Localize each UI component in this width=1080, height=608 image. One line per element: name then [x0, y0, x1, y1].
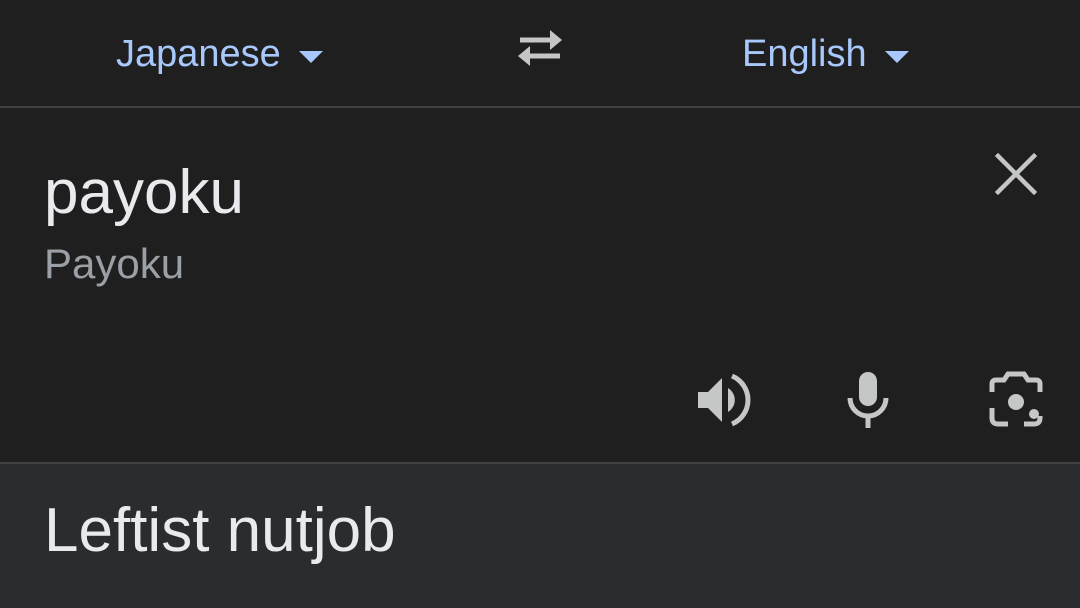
- swap-languages-button[interactable]: [510, 20, 570, 72]
- voice-input-button[interactable]: [838, 370, 898, 430]
- transliteration-text: Payoku: [44, 240, 185, 287]
- listen-button[interactable]: [692, 370, 752, 430]
- close-icon: [994, 152, 1038, 196]
- source-language-selector[interactable]: Japanese: [116, 30, 323, 78]
- source-text[interactable]: payoku: [44, 156, 244, 230]
- language-bar: Japanese English: [0, 0, 1080, 108]
- camera-translate-button[interactable]: [986, 370, 1046, 430]
- chevron-down-icon: [298, 51, 323, 63]
- translation-output-area: Leftist nutjob: [0, 464, 1080, 608]
- camera-lens-icon: [989, 371, 1043, 427]
- translation-text[interactable]: Leftist nutjob: [44, 494, 396, 568]
- clear-input-button[interactable]: [990, 148, 1042, 200]
- chevron-down-icon: [884, 51, 909, 63]
- source-input-area[interactable]: payoku Payoku: [0, 108, 1080, 462]
- microphone-icon: [847, 372, 889, 428]
- translate-app: Japanese English payoku Payoku Leftist n…: [0, 0, 1080, 608]
- swap-arrows-icon: [518, 30, 562, 66]
- target-language-selector[interactable]: English: [742, 30, 909, 78]
- target-language-label: English: [742, 32, 867, 75]
- speaker-icon: [698, 373, 751, 427]
- source-language-label: Japanese: [116, 32, 281, 75]
